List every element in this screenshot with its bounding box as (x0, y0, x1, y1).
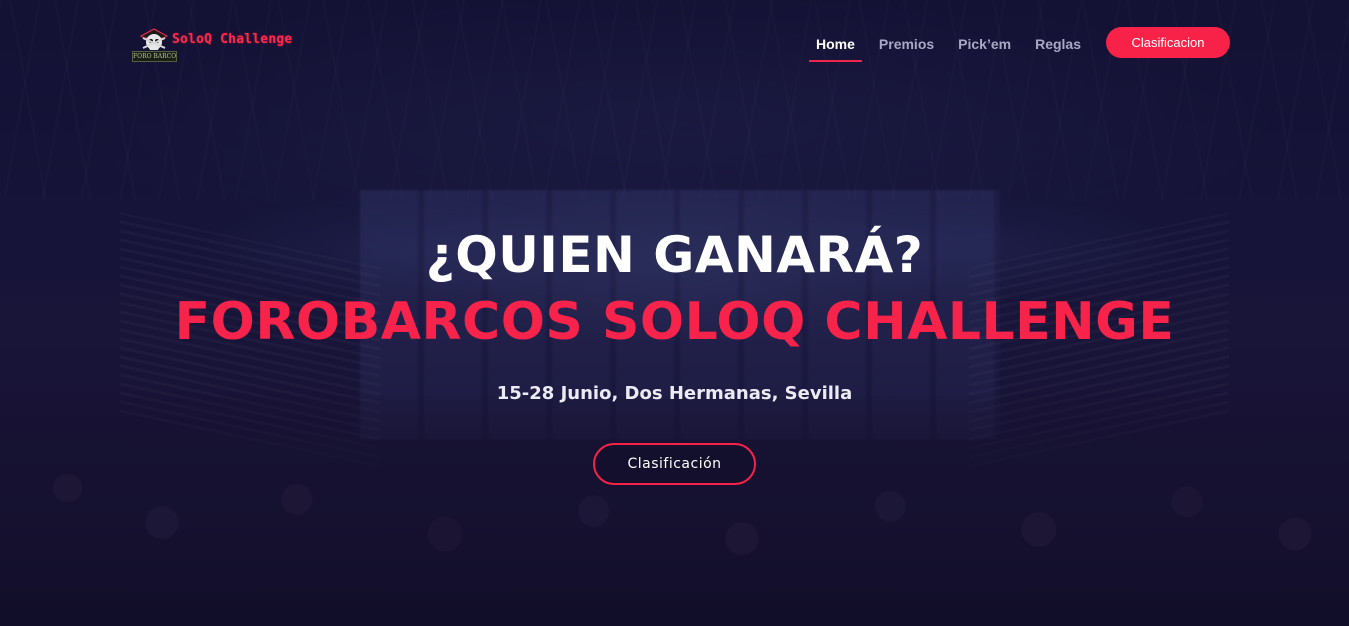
clasificacion-nav-button[interactable]: Clasificacion (1106, 27, 1230, 58)
logo-subtext: FORO BARCOS (132, 51, 177, 62)
nav-item-premios[interactable]: Premios (871, 29, 942, 62)
hero-subtitle: FOROBARCOS SOLOQ CHALLENGE (174, 292, 1175, 352)
event-date-location: 15-28 Junio, Dos Hermanas, Sevilla (496, 383, 853, 404)
logo-link[interactable]: SoloQ Challenge FORO BARCOS (131, 26, 292, 66)
nav-item-reglas[interactable]: Reglas (1027, 29, 1089, 62)
clasificacion-hero-button[interactable]: Clasificación (593, 443, 756, 485)
nav-item-home[interactable]: Home (808, 29, 863, 62)
main-nav: Home Premios Pick’em Reglas (808, 27, 1097, 63)
hero-title: ¿QUIEN GANARÁ? (425, 226, 924, 284)
nav-item-pickem[interactable]: Pick’em (950, 29, 1019, 62)
site-header: SoloQ Challenge FORO BARCOS Home Premios… (0, 0, 1349, 86)
logo-text: SoloQ Challenge (172, 32, 293, 47)
hero-section: ¿QUIEN GANARÁ? FOROBARCOS SOLOQ CHALLENG… (0, 225, 1349, 357)
